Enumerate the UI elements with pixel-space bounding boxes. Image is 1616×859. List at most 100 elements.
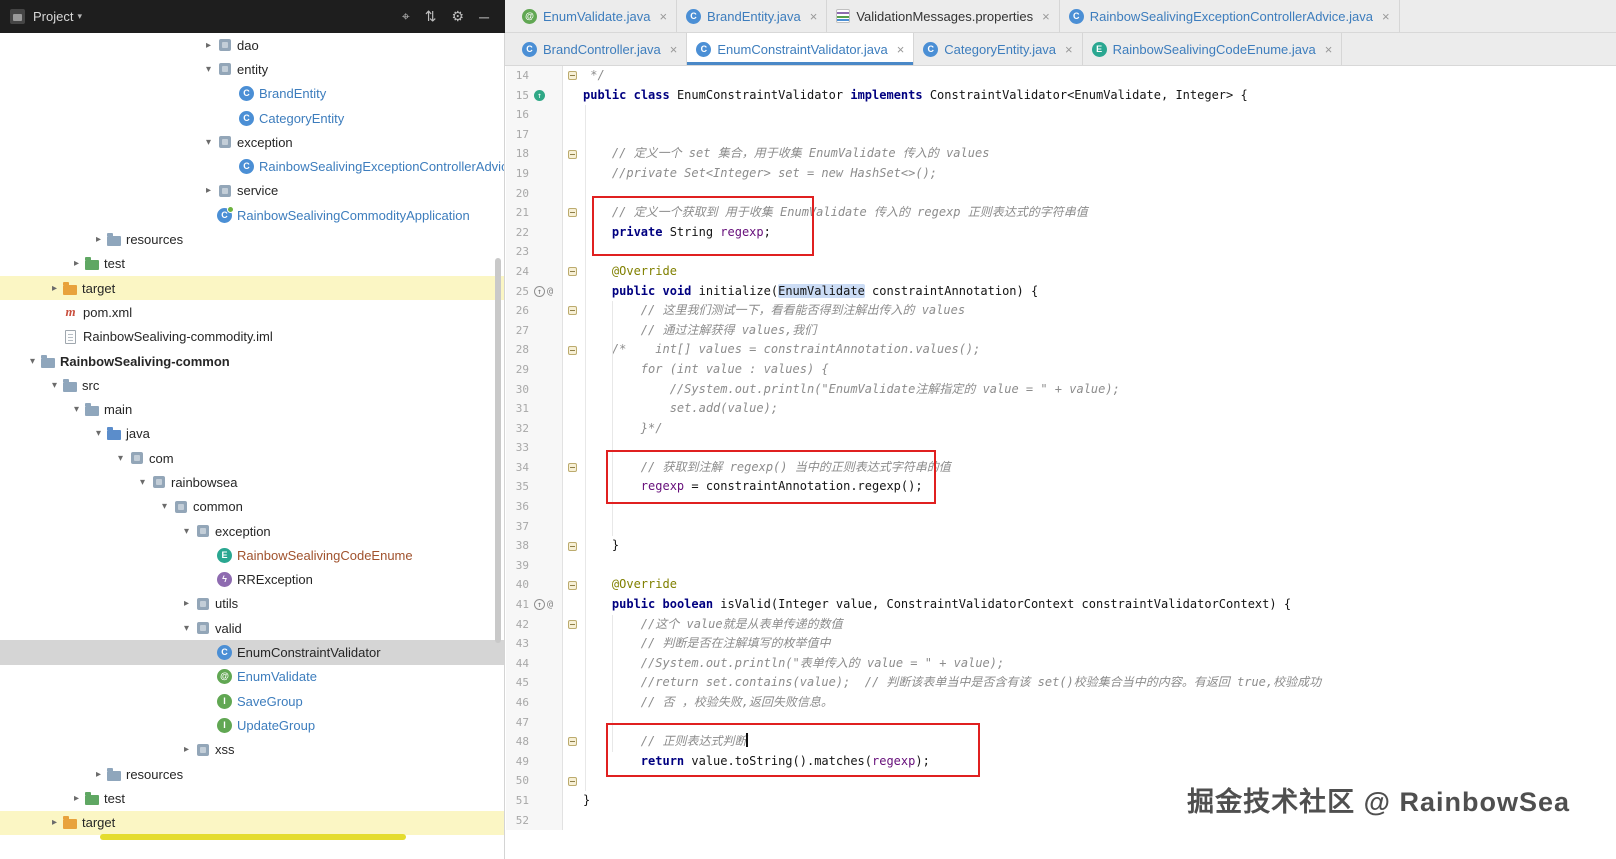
line-number[interactable]: 39 (506, 556, 532, 576)
line-number[interactable]: 30 (506, 380, 532, 400)
code-line[interactable]: 43 // 判断是否在注解填写的枚举值中 (506, 634, 1616, 654)
chevron-down-icon[interactable]: ▾ (200, 137, 217, 148)
tree-item-rainbowsealivingcommodityapplication[interactable]: C RainbowSealivingCommodityApplication (0, 203, 504, 227)
project-tool-icon[interactable] (10, 9, 25, 24)
fold-marker-icon[interactable] (567, 463, 577, 473)
tree-item-target[interactable]: ▸ target (0, 810, 504, 835)
line-number[interactable]: 24 (506, 262, 532, 282)
tree-item-rainbowsea[interactable]: ▾ rainbowsea (0, 470, 504, 494)
code-line[interactable]: 14 */ (506, 66, 1616, 86)
tab-enumvalidate-java[interactable]: @ EnumValidate.java × (513, 0, 678, 32)
line-number[interactable]: 21 (506, 203, 532, 223)
code-line[interactable]: 28 /* int[] values = constraintAnnotatio… (506, 340, 1616, 360)
close-tab-icon[interactable]: × (1382, 9, 1390, 24)
tree-item-exception[interactable]: ▾ exception (0, 130, 504, 154)
fold-marker-icon[interactable] (567, 580, 577, 590)
fold-marker-icon[interactable] (567, 306, 577, 316)
tree-item-rainbowsealivingcodeenume[interactable]: E RainbowSealivingCodeEnume (0, 543, 504, 567)
code-line[interactable]: 19 //private Set<Integer> set = new Hash… (506, 163, 1616, 184)
line-number[interactable]: 28 (506, 340, 532, 360)
fold-marker-icon[interactable] (567, 71, 577, 81)
line-number[interactable]: 37 (506, 517, 532, 537)
code-line[interactable]: 45 //return set.contains(value); // 判断该表… (506, 673, 1616, 693)
code-line[interactable]: 27 // 通过注解获得 values,我们 (506, 320, 1616, 341)
chevron-down-icon[interactable]: ▾ (90, 428, 107, 439)
chevron-down-icon[interactable]: ▾ (200, 64, 217, 75)
line-number[interactable]: 27 (506, 321, 532, 341)
tab-enumconstraintvalidator-java[interactable]: C EnumConstraintValidator.java × (687, 33, 915, 65)
tree-item-enumvalidate[interactable]: @ EnumValidate (0, 665, 504, 689)
tree-item-service[interactable]: ▸ service (0, 179, 504, 203)
code-line[interactable]: 39 (506, 555, 1616, 576)
tree-item-resources[interactable]: ▸ resources (0, 762, 504, 786)
line-number[interactable]: 22 (506, 223, 532, 243)
close-tab-icon[interactable]: × (659, 9, 667, 24)
code-line[interactable]: 26 // 这里我们测试一下，看看能否得到注解出传入的 values (506, 301, 1616, 321)
code-line[interactable]: 15 ↑ public class EnumConstraintValidator … (506, 85, 1616, 106)
code-line[interactable]: 48 // 正则表达式判断 (506, 732, 1616, 752)
chevron-right-icon[interactable]: ▸ (46, 283, 63, 294)
tree-item-target[interactable]: ▸ target (0, 275, 504, 301)
code-line[interactable]: 46 // 否 ，校验失败,返回失败信息。 (506, 693, 1616, 713)
fold-marker-icon[interactable] (567, 776, 577, 786)
chevron-right-icon[interactable]: ▸ (68, 258, 85, 269)
close-tab-icon[interactable]: × (1065, 42, 1073, 57)
tree-item-utils[interactable]: ▸ utils (0, 592, 504, 616)
override-marker-icon[interactable]: ↑ (534, 599, 545, 611)
code-line[interactable]: 21 // 定义一个获取到 用于收集 EnumValidate 传入的 rege… (506, 203, 1616, 223)
tree-item-valid[interactable]: ▾ valid (0, 616, 504, 640)
tab-categoryentity-java[interactable]: C CategoryEntity.java × (914, 33, 1083, 65)
chevron-right-icon[interactable]: ▸ (90, 234, 107, 245)
tree-item-main[interactable]: ▾ main (0, 397, 504, 421)
code-line[interactable]: 49 return value.toString().matches(regex… (506, 751, 1616, 772)
chevron-down-icon[interactable]: ▾ (178, 623, 195, 634)
line-number[interactable]: 15 (506, 86, 532, 106)
tree-item-savegroup[interactable]: I SaveGroup (0, 689, 504, 713)
line-number[interactable]: 45 (506, 673, 532, 693)
fold-marker-icon[interactable] (567, 267, 577, 277)
tree-item-test[interactable]: ▸ test (0, 786, 504, 810)
line-number[interactable]: 29 (506, 360, 532, 380)
line-number[interactable]: 42 (506, 615, 532, 635)
line-number[interactable]: 34 (506, 458, 532, 478)
implements-marker-icon[interactable]: ↑ (534, 89, 545, 101)
tree-vertical-scrollbar[interactable] (495, 258, 501, 643)
line-number[interactable]: 35 (506, 477, 532, 497)
tree-item-xss[interactable]: ▸ xss (0, 738, 504, 762)
chevron-down-icon[interactable]: ▾ (68, 404, 85, 415)
chevron-right-icon[interactable]: ▸ (46, 817, 63, 828)
line-number[interactable]: 31 (506, 399, 532, 419)
close-tab-icon[interactable]: × (810, 9, 818, 24)
code-line[interactable]: 42 //这个 value就是从表单传递的数值 (506, 614, 1616, 635)
line-number[interactable]: 16 (506, 105, 532, 125)
line-number[interactable]: 17 (506, 125, 532, 145)
code-line[interactable]: 47 (506, 712, 1616, 733)
fold-marker-icon[interactable] (567, 737, 577, 747)
chevron-right-icon[interactable]: ▸ (68, 793, 85, 804)
code-line[interactable]: 34 // 获取到注解 regexp() 当中的正则表达式字符串的值 (506, 457, 1616, 478)
code-line[interactable]: 17 (506, 124, 1616, 145)
line-number[interactable]: 47 (506, 713, 532, 733)
tree-item-test[interactable]: ▸ test (0, 252, 504, 276)
code-line[interactable]: 23 (506, 242, 1616, 262)
tree-item-brandentity[interactable]: C BrandEntity (0, 82, 504, 106)
tree-item-src[interactable]: ▾ src (0, 373, 504, 397)
code-line[interactable]: 31 set.add(value); (506, 399, 1616, 419)
tree-item-updategroup[interactable]: I UpdateGroup (0, 713, 504, 737)
line-number[interactable]: 48 (506, 732, 532, 752)
chevron-down-icon[interactable]: ▾ (24, 356, 41, 367)
line-number[interactable]: 19 (506, 164, 532, 184)
line-number[interactable]: 40 (506, 575, 532, 595)
tree-item-exception[interactable]: ▾ exception (0, 519, 504, 543)
project-panel-title[interactable]: Project (33, 9, 73, 24)
chevron-down-icon[interactable]: ▾ (134, 477, 151, 488)
line-number[interactable]: 25 (506, 282, 532, 302)
tab-rainbowsealivingcodeenume-java[interactable]: E RainbowSealivingCodeEnume.java × (1083, 33, 1343, 65)
chevron-right-icon[interactable]: ▸ (178, 744, 195, 755)
tree-item-rainbowsealivingexceptioncontrolleradvice[interactable]: C RainbowSealivingExceptionControllerAdvi… (0, 154, 504, 178)
chevron-right-icon[interactable]: ▸ (200, 40, 217, 51)
line-number[interactable]: 50 (506, 771, 532, 791)
code-line[interactable]: 40 @Override (506, 575, 1616, 596)
line-number[interactable]: 20 (506, 184, 532, 204)
tab-rainbowsealivingexceptioncontrolleradvice-java[interactable]: C RainbowSealivingExceptionControllerAdvi… (1060, 0, 1400, 32)
